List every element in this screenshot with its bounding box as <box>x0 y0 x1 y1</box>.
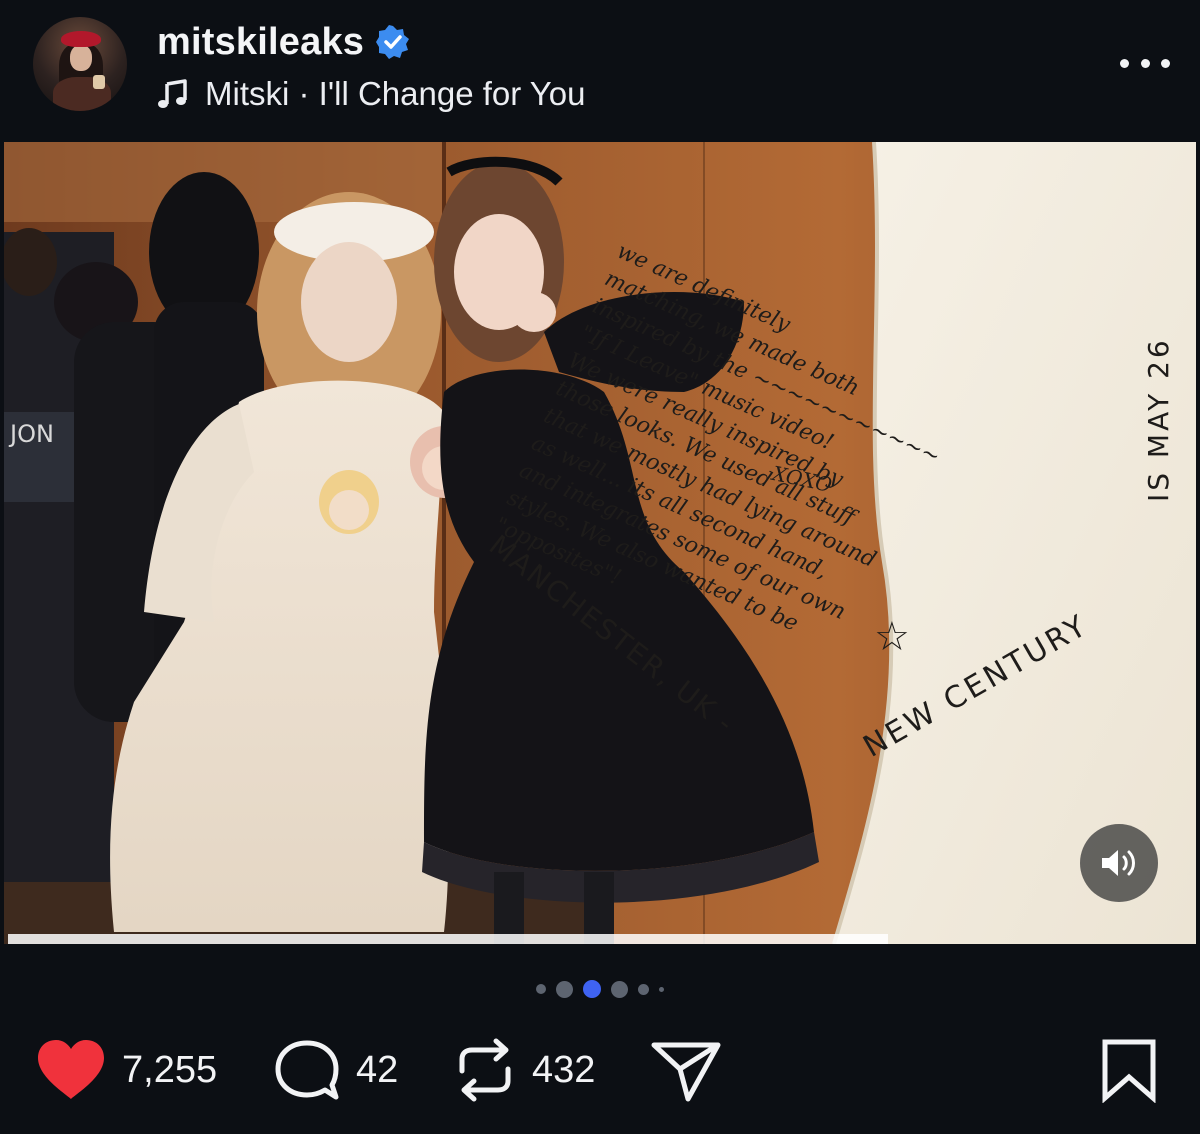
svg-text:JON: JON <box>8 420 54 448</box>
post-view: mitskileaks Mitski · I'll Change for You <box>0 0 1200 1134</box>
username[interactable]: mitskileaks <box>157 21 364 64</box>
music-note-icon <box>158 79 187 108</box>
post-media[interactable]: JON we are definitely matching, we made … <box>4 142 1196 944</box>
more-dot <box>1120 58 1129 68</box>
carousel-dot[interactable] <box>536 984 546 994</box>
repost-button[interactable]: 432 <box>454 1030 595 1110</box>
handwritten-star: ☆ <box>874 614 910 660</box>
avatar-cup <box>93 75 105 89</box>
share-button[interactable] <box>650 1030 722 1110</box>
more-dot <box>1161 58 1170 68</box>
heart-icon <box>38 1040 104 1099</box>
username-row: mitskileaks <box>157 18 410 66</box>
song-title: Mitski · I'll Change for You <box>205 75 586 112</box>
avatar-hat <box>61 31 101 47</box>
avatar-face <box>70 45 92 71</box>
volume-button[interactable] <box>1080 824 1158 902</box>
comment-bubble-icon <box>275 1040 339 1100</box>
bookmark-button[interactable] <box>1100 1030 1158 1110</box>
comment-button[interactable]: 42 <box>274 1030 398 1110</box>
profile-avatar[interactable] <box>33 17 127 111</box>
volume-icon <box>1102 850 1135 876</box>
carousel-dot[interactable] <box>611 980 628 998</box>
carousel-dot-active[interactable] <box>583 980 601 998</box>
repost-icon <box>459 1038 511 1102</box>
post-header: mitskileaks Mitski · I'll Change for You <box>0 0 1200 140</box>
handwritten-date: IS MAY 26 <box>1142 337 1175 502</box>
action-bar: 7,255 42 432 <box>0 1030 1200 1110</box>
song-attribution[interactable]: Mitski · I'll Change for You <box>157 72 585 116</box>
more-dot <box>1140 58 1150 68</box>
comment-count: 42 <box>356 1048 399 1091</box>
more-options-button[interactable] <box>1120 50 1170 76</box>
send-icon <box>651 1042 721 1102</box>
carousel-dot[interactable] <box>638 983 649 995</box>
like-button[interactable]: 7,255 <box>36 1030 217 1110</box>
verified-badge-icon <box>376 25 410 59</box>
bookmark-icon <box>1102 1039 1156 1103</box>
carousel-dot[interactable] <box>556 980 573 998</box>
carousel-dot[interactable] <box>659 986 664 992</box>
carousel-indicator <box>0 976 1200 1002</box>
repost-count: 432 <box>532 1048 596 1091</box>
like-count: 7,255 <box>122 1048 218 1091</box>
